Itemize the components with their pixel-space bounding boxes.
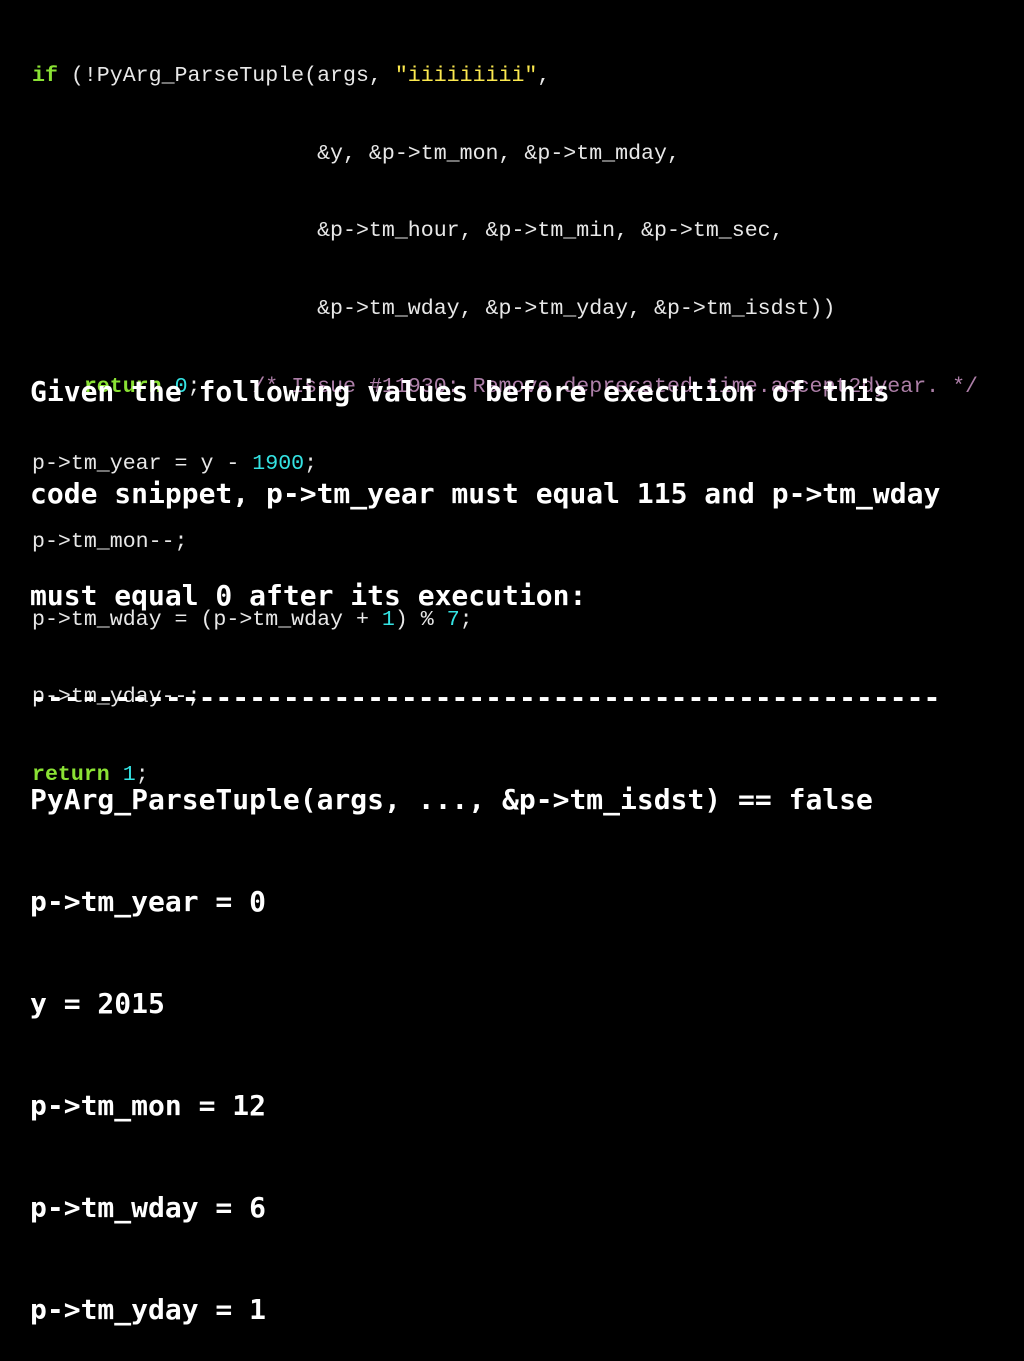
divider: ----------------------------------------… [30, 681, 941, 714]
value-line: p->tm_yday = 1 [30, 1293, 267, 1326]
code-text: (!PyArg_ParseTuple(args, [57, 63, 395, 88]
code-line-3: &p->tm_hour, &p->tm_min, &p->tm_sec, [32, 219, 784, 244]
code-line-2: &y, &p->tm_mon, &p->tm_mday, [32, 141, 680, 166]
code-line-1: if (!PyArg_ParseTuple(args, "iiiiiiiii", [32, 64, 978, 90]
question-line: Given the following values before execut… [30, 375, 890, 408]
value-line: p->tm_mon = 12 [30, 1089, 267, 1122]
value-line: y = 2015 [30, 987, 165, 1020]
code-text: , [537, 63, 551, 88]
keyword-token: if [32, 63, 58, 88]
string-literal: "iiiiiiiii" [394, 63, 538, 88]
question-line: must equal 0 after its execution: [30, 579, 587, 612]
explanation-panel: Given the following values before execut… [30, 307, 940, 1361]
value-line: p->tm_wday = 6 [30, 1191, 267, 1224]
value-line: PyArg_ParseTuple(args, ..., &p->tm_isdst… [30, 783, 873, 816]
question-line: code snippet, p->tm_year must equal 115 … [30, 477, 941, 510]
value-line: p->tm_year = 0 [30, 885, 267, 918]
